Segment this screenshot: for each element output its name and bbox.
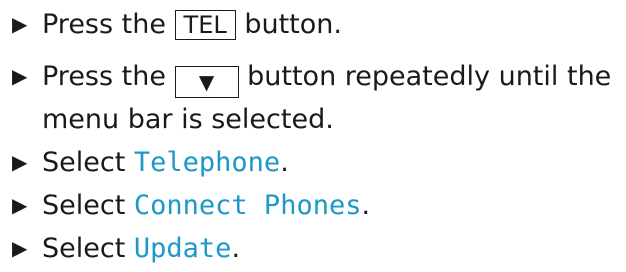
step-text: Select [42,190,134,221]
step-text: Press the [42,61,175,92]
tel-key-label: TEL [174,10,236,40]
step-5: ▶ Select Update. [12,230,240,267]
step-4: ▶ Select Connect Phones. [12,187,370,224]
bullet-arrow-icon: ▶ [12,236,28,260]
step-text: . [280,147,289,178]
step-text: button. [235,9,342,40]
bullet-arrow-icon: ▶ [12,64,28,88]
step-2: ▶ Press the ▼ button repeatedly until the [12,58,611,98]
bullet-arrow-icon: ▶ [12,12,28,36]
menu-item-connect-phones: Connect Phones [133,190,362,221]
bullet-arrow-icon: ▶ [12,193,28,217]
step-text: Select [42,233,134,264]
step-text: Press the [42,9,175,40]
bullet-arrow-icon: ▶ [12,150,28,174]
step-text: . [231,233,241,264]
step-1: ▶ Press the TEL button. [12,6,342,43]
step-text: button repeatedly until the [238,61,612,92]
down-arrow-key-icon: ▼ [174,66,239,98]
step-text: Select [42,147,134,178]
step-3: ▶ Select Telephone. [12,144,289,181]
step-text: menu bar is selected. [42,104,334,135]
step-2-continuation: menu bar is selected. [12,102,334,138]
step-text: . [361,190,371,221]
menu-item-update: Update [133,233,232,264]
menu-item-telephone: Telephone [133,147,281,178]
